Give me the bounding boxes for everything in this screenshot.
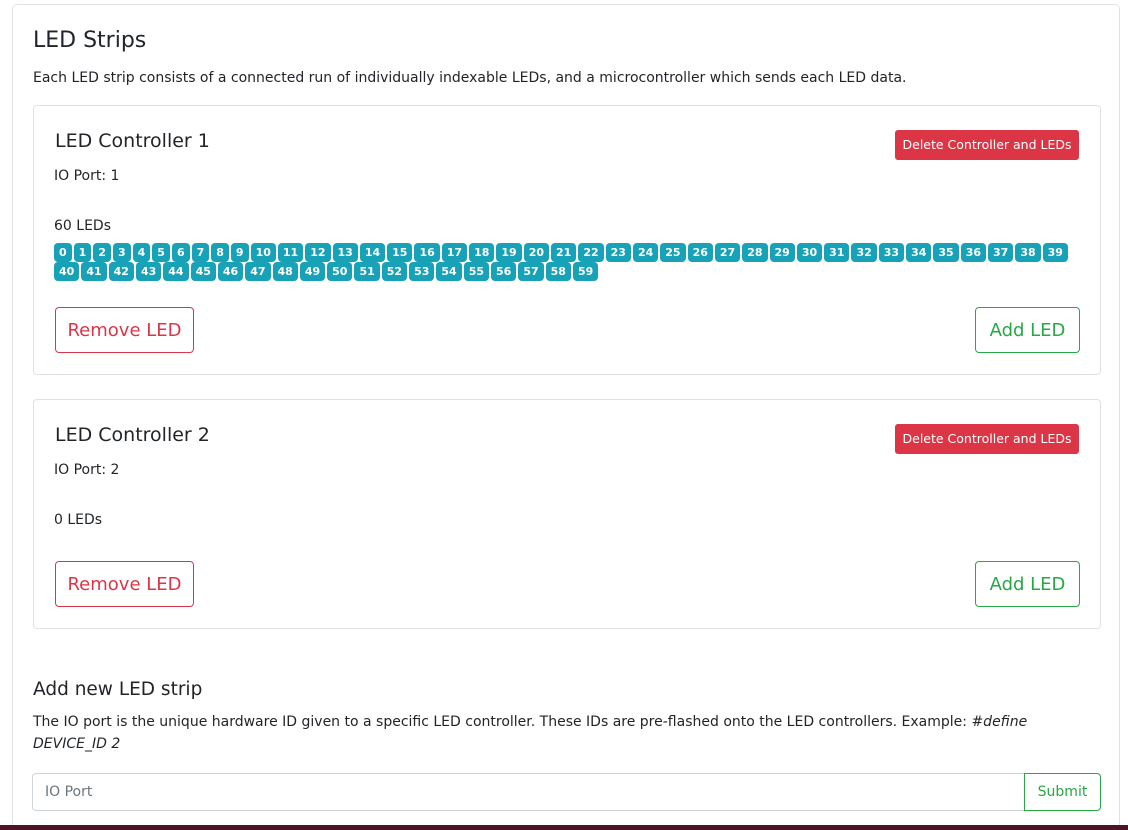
led-badge[interactable]: 13 (332, 243, 358, 262)
led-badge[interactable]: 15 (387, 243, 413, 262)
led-badge[interactable]: 6 (171, 243, 190, 262)
led-badge[interactable]: 58 (545, 262, 571, 281)
led-badge[interactable]: 53 (409, 262, 435, 281)
led-badge[interactable]: 36 (960, 243, 986, 262)
led-badge[interactable]: 9 (230, 243, 249, 262)
controller-title: LED Controller 2 (55, 424, 210, 446)
led-badge[interactable]: 11 (277, 243, 304, 262)
led-badge[interactable]: 30 (796, 243, 823, 262)
led-badge[interactable]: 19 (496, 243, 522, 262)
led-badge[interactable]: 7 (191, 243, 210, 262)
led-badge[interactable]: 31 (824, 243, 850, 262)
add-strip-description: The IO port is the unique hardware ID gi… (33, 711, 1105, 755)
add-strip-description-text: The IO port is the unique hardware ID gi… (33, 714, 972, 730)
led-badge[interactable]: 16 (414, 243, 440, 262)
bottom-bar (0, 825, 1128, 830)
page-description: Each LED strip consists of a connected r… (33, 70, 907, 86)
led-badge[interactable]: 8 (211, 243, 229, 262)
led-badge[interactable]: 18 (469, 243, 495, 262)
io-port-label: IO Port: 2 (54, 462, 120, 478)
delete-controller-button[interactable]: Delete Controller and LEDs (895, 424, 1079, 454)
led-badge[interactable]: 42 (108, 262, 134, 281)
led-badge[interactable]: 32 (851, 243, 877, 262)
controller-title: LED Controller 1 (55, 130, 210, 152)
led-badge[interactable]: 29 (769, 243, 795, 262)
led-count-label: 60 LEDs (54, 218, 111, 234)
led-badge[interactable]: 38 (1015, 243, 1041, 262)
led-badge[interactable]: 10 (250, 243, 276, 262)
led-badge[interactable]: 34 (906, 243, 932, 262)
led-badge[interactable]: 49 (299, 262, 326, 281)
led-badge[interactable]: 51 (354, 262, 380, 281)
led-badge[interactable]: 54 (436, 262, 462, 281)
led-badge[interactable]: 26 (687, 243, 713, 262)
led-badge[interactable]: 57 (518, 262, 544, 281)
led-badge[interactable]: 44 (163, 262, 189, 281)
led-badge[interactable]: 52 (381, 262, 408, 281)
led-badge[interactable]: 12 (305, 243, 331, 262)
led-badge[interactable]: 56 (491, 262, 517, 281)
led-badge[interactable]: 21 (551, 243, 577, 262)
add-strip-title: Add new LED strip (33, 679, 203, 700)
led-strip: 0 1 2 3 4 5 6 7 8 9 10 11 12 13 14 15 16 17 18 19 20 21 22 23 24… (54, 243, 1082, 281)
led-badge[interactable]: 41 (81, 262, 107, 281)
page-title: LED Strips (33, 28, 147, 53)
led-badge[interactable]: 25 (660, 243, 686, 262)
led-badge[interactable]: 37 (988, 243, 1014, 262)
led-badge[interactable]: 5 (152, 243, 170, 262)
led-badge[interactable]: 2 (93, 243, 111, 262)
led-badge[interactable]: 20 (523, 243, 549, 262)
io-port-input[interactable] (32, 773, 1026, 811)
led-badge[interactable]: 4 (132, 243, 151, 262)
led-badge[interactable]: 17 (441, 243, 468, 262)
led-badge[interactable]: 0 (54, 243, 72, 262)
led-badge[interactable]: 43 (135, 262, 162, 281)
led-count-label: 0 LEDs (54, 512, 103, 528)
led-badge[interactable]: 28 (742, 243, 768, 262)
led-badge[interactable]: 50 (327, 262, 353, 281)
led-badge[interactable]: 14 (359, 243, 386, 262)
remove-led-button[interactable]: Remove LED (55, 307, 194, 353)
led-badge[interactable]: 55 (463, 262, 489, 281)
led-badge[interactable]: 48 (272, 262, 298, 281)
led-badge[interactable]: 45 (190, 262, 216, 281)
led-badge[interactable]: 33 (878, 243, 905, 262)
submit-button[interactable]: Submit (1024, 773, 1101, 811)
led-badge[interactable]: 3 (112, 243, 131, 262)
led-badge[interactable]: 1 (73, 243, 92, 262)
delete-controller-button[interactable]: Delete Controller and LEDs (895, 130, 1079, 160)
led-badge[interactable]: 46 (217, 262, 244, 281)
io-port-label: IO Port: 1 (54, 168, 120, 184)
led-badge[interactable]: 24 (632, 243, 659, 262)
led-badge[interactable]: 23 (605, 243, 631, 262)
remove-led-button[interactable]: Remove LED (55, 561, 194, 607)
add-led-button[interactable]: Add LED (975, 307, 1080, 353)
led-badge[interactable]: 59 (572, 262, 599, 281)
led-badge[interactable]: 39 (1042, 243, 1068, 262)
led-badge[interactable]: 40 (54, 262, 80, 281)
led-controller-card: LED Controller 1 Delete Controller and L… (33, 105, 1101, 375)
led-badge[interactable]: 22 (578, 243, 604, 262)
led-badge[interactable]: 27 (714, 243, 741, 262)
led-badge[interactable]: 47 (245, 262, 271, 281)
add-led-button[interactable]: Add LED (975, 561, 1080, 607)
page: LED Strips Each LED strip consists of a … (0, 0, 1128, 830)
led-controller-card: LED Controller 2 Delete Controller and L… (33, 399, 1101, 629)
led-badge[interactable]: 35 (933, 243, 959, 262)
